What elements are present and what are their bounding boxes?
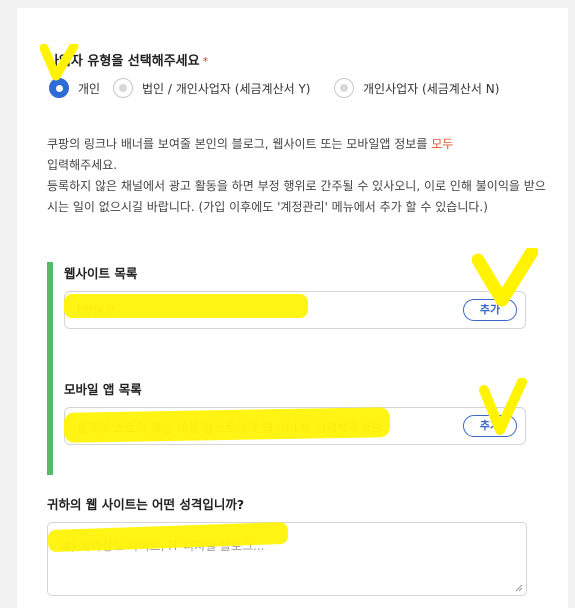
notice-text-1: 쿠팡의 링크나 배너를 보여줄 본인의 블로그, 웹사이트 또는 모바일앱 정보… — [47, 137, 428, 151]
website-url-placeholder: http:// — [77, 303, 114, 317]
notice-emphasis: 모두 — [431, 137, 454, 151]
channel-section-bar — [47, 262, 53, 475]
radio-dot — [119, 84, 127, 92]
site-nature-textarea[interactable]: 예) 육아정보 사이트, IT 디지털 블로그... — [47, 522, 527, 596]
notice-text-2: 입력해주세요. — [47, 158, 118, 172]
radio-individual[interactable] — [49, 78, 69, 98]
radio-dot — [340, 84, 348, 92]
mobile-app-list-label: 모바일 앱 목록 — [64, 382, 142, 397]
add-mobile-app-button[interactable]: 추가 — [463, 415, 517, 437]
radio-label-sole-proprietor: 개인사업자 (세금계산서 N) — [363, 82, 500, 96]
required-mark: * — [202, 55, 209, 68]
website-list-label: 웹사이트 목록 — [64, 266, 138, 281]
mobile-app-url-input[interactable]: 플레이 스토어 혹은 애플 앱스토어의 앱 URL을 입력해주세요 추가 — [64, 407, 526, 445]
radio-label-corporate: 법인 / 개인사업자 (세금계산서 Y) — [142, 82, 311, 96]
radio-sole-proprietor[interactable] — [334, 78, 354, 98]
mobile-app-url-placeholder: 플레이 스토어 혹은 애플 앱스토어의 앱 URL을 입력해주세요 — [77, 421, 382, 435]
channel-notice: 쿠팡의 링크나 배너를 보여줄 본인의 블로그, 웹사이트 또는 모바일앱 정보… — [47, 134, 547, 218]
notice-text-3: 등록하지 않은 채널에서 광고 활동을 하면 부정 행위로 간주될 수 있사오니… — [47, 179, 546, 214]
site-nature-placeholder: 예) 육아정보 사이트, IT 디지털 블로그... — [60, 539, 265, 553]
radio-label-individual: 개인 — [78, 82, 101, 96]
business-type-title-text: 사업자 유형을 선택해주세요 — [47, 54, 200, 69]
site-nature-label: 귀하의 웹 사이트는 어떤 성격입니까? — [47, 497, 245, 512]
business-type-title: 사업자 유형을 선택해주세요 * — [47, 50, 208, 69]
business-type-radio-group: 개인 법인 / 개인사업자 (세금계산서 Y) 개인사업자 (세금계산서 N) — [45, 78, 565, 100]
signup-form-card: 사업자 유형을 선택해주세요 * 개인 법인 / 개인사업자 (세금계산서 Y) … — [17, 8, 568, 608]
add-website-button[interactable]: 추가 — [463, 299, 517, 321]
resize-handle-icon[interactable] — [515, 584, 523, 592]
website-url-input[interactable]: http:// 추가 — [64, 291, 526, 329]
radio-corporate[interactable] — [113, 78, 133, 98]
radio-dot — [56, 85, 63, 92]
